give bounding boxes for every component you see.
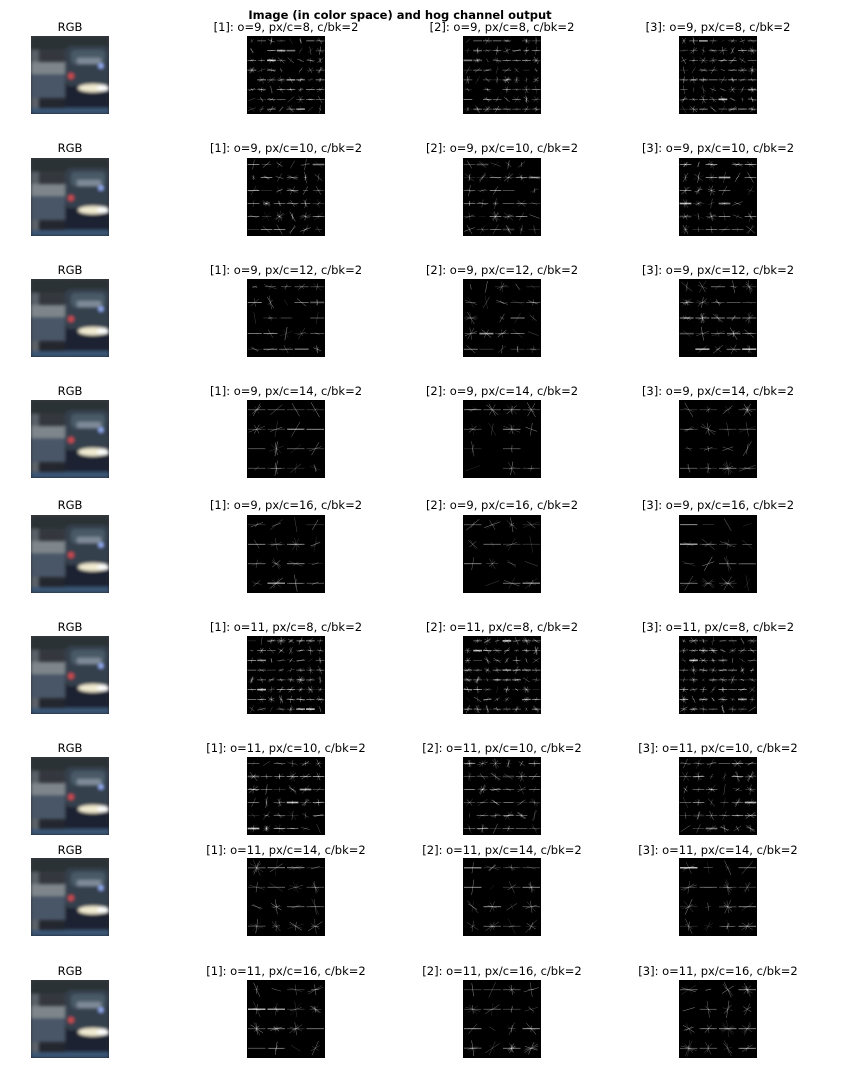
hog-image: [463, 279, 541, 357]
hog-panel-title: [1]: o=9, px/c=14, c/bk=2: [209, 384, 363, 398]
hog-image: [679, 400, 757, 478]
rgb-car-image: [31, 858, 109, 936]
hog-panel-title: [3]: o=11, px/c=14, c/bk=2: [638, 843, 798, 857]
hog-panel-title: [3]: o=9, px/c=14, c/bk=2: [641, 384, 795, 398]
hog-panel-title: [1]: o=9, px/c=12, c/bk=2: [209, 263, 363, 277]
hog-panel-title: [3]: o=9, px/c=8, c/bk=2: [645, 20, 791, 34]
rgb-panel-title: RGB: [57, 843, 83, 857]
hog-panel-title: [2]: o=11, px/c=10, c/bk=2: [422, 741, 582, 755]
hog-image: [247, 757, 325, 835]
hog-panel-title: [2]: o=9, px/c=14, c/bk=2: [425, 384, 579, 398]
hog-image: [463, 757, 541, 835]
hog-panel-title: [2]: o=11, px/c=16, c/bk=2: [422, 964, 582, 978]
hog-panel-title: [1]: o=11, px/c=10, c/bk=2: [206, 741, 366, 755]
hog-panel-title: [1]: o=9, px/c=10, c/bk=2: [209, 141, 363, 155]
hog-panel-title: [1]: o=9, px/c=8, c/bk=2: [213, 20, 359, 34]
rgb-panel-title: RGB: [57, 498, 83, 512]
hog-panel-title: [2]: o=9, px/c=8, c/bk=2: [429, 20, 575, 34]
hog-panel-title: [2]: o=9, px/c=12, c/bk=2: [425, 263, 579, 277]
hog-panel-title: [3]: o=9, px/c=10, c/bk=2: [641, 141, 795, 155]
hog-panel-title: [2]: o=11, px/c=8, c/bk=2: [425, 620, 579, 634]
rgb-panel-title: RGB: [57, 20, 83, 34]
hog-image: [247, 400, 325, 478]
rgb-panel-title: RGB: [57, 384, 83, 398]
hog-image: [247, 279, 325, 357]
hog-image: [247, 36, 325, 114]
hog-panel-title: [1]: o=11, px/c=16, c/bk=2: [206, 964, 366, 978]
rgb-panel-title: RGB: [57, 964, 83, 978]
hog-image: [247, 980, 325, 1058]
hog-image: [247, 636, 325, 714]
hog-panel-title: [3]: o=9, px/c=12, c/bk=2: [641, 263, 795, 277]
rgb-panel-title: RGB: [57, 741, 83, 755]
hog-image: [679, 980, 757, 1058]
rgb-car-image: [31, 279, 109, 357]
hog-image: [463, 858, 541, 936]
hog-panel-title: [3]: o=11, px/c=8, c/bk=2: [641, 620, 795, 634]
hog-image: [679, 515, 757, 593]
hog-image: [463, 515, 541, 593]
hog-image: [247, 515, 325, 593]
hog-panel-title: [1]: o=11, px/c=14, c/bk=2: [206, 843, 366, 857]
hog-image: [463, 158, 541, 236]
hog-panel-title: [3]: o=9, px/c=16, c/bk=2: [641, 498, 795, 512]
hog-image: [679, 36, 757, 114]
hog-image: [463, 980, 541, 1058]
hog-image: [679, 757, 757, 835]
rgb-panel-title: RGB: [57, 263, 83, 277]
hog-panel-title: [3]: o=11, px/c=16, c/bk=2: [638, 964, 798, 978]
hog-image: [679, 858, 757, 936]
hog-panel-title: [1]: o=9, px/c=16, c/bk=2: [209, 498, 363, 512]
hog-image: [463, 636, 541, 714]
hog-image: [463, 400, 541, 478]
rgb-car-image: [31, 980, 109, 1058]
hog-panel-title: [2]: o=11, px/c=14, c/bk=2: [422, 843, 582, 857]
rgb-car-image: [31, 158, 109, 236]
hog-image: [679, 158, 757, 236]
hog-image: [679, 636, 757, 714]
hog-image: [679, 279, 757, 357]
rgb-car-image: [31, 636, 109, 714]
hog-panel-title: [1]: o=11, px/c=8, c/bk=2: [209, 620, 363, 634]
rgb-panel-title: RGB: [57, 141, 83, 155]
hog-image: [247, 158, 325, 236]
hog-panel-title: [3]: o=11, px/c=10, c/bk=2: [638, 741, 798, 755]
rgb-car-image: [31, 757, 109, 835]
rgb-car-image: [31, 400, 109, 478]
hog-image: [463, 36, 541, 114]
rgb-car-image: [31, 515, 109, 593]
rgb-panel-title: RGB: [57, 620, 83, 634]
hog-panel-title: [2]: o=9, px/c=10, c/bk=2: [425, 141, 579, 155]
hog-image: [247, 858, 325, 936]
rgb-car-image: [31, 36, 109, 114]
hog-panel-title: [2]: o=9, px/c=16, c/bk=2: [425, 498, 579, 512]
